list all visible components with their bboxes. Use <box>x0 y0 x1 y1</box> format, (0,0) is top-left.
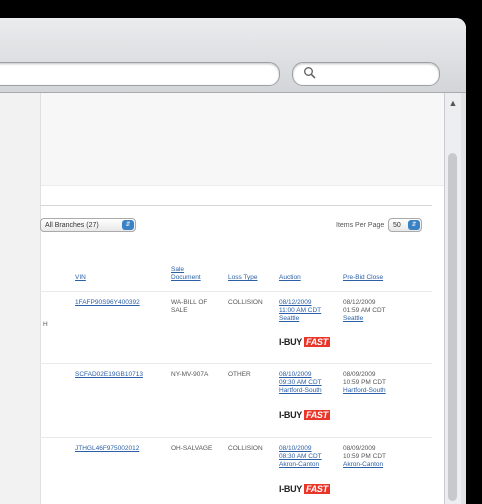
auction-date: 08/12/2009 <box>279 299 312 306</box>
ibuy-fast-badge[interactable]: I-BUY FAST <box>279 409 330 422</box>
column-header-auction[interactable]: Auction <box>279 274 301 282</box>
column-header-vin[interactable]: VIN <box>75 274 86 282</box>
browser-toolbar <box>0 18 466 93</box>
fast-text: FAST <box>304 337 330 347</box>
scrollbar-thumb[interactable] <box>448 153 457 501</box>
vin-link[interactable]: SCFAD02E19GB10713 <box>75 371 143 379</box>
items-per-page-value: 50 <box>393 222 401 229</box>
ibuy-fast-badge[interactable]: I-BUY FAST <box>279 336 330 349</box>
browser-window: All Branches (27) ⇵ Items Per Page 50 ⇵ … <box>0 18 466 504</box>
close-date: 08/09/2009 <box>343 445 376 452</box>
chevron-updown-icon: ⇵ <box>122 220 134 230</box>
auction-link[interactable]: 08/10/2009 08:30 AM CDT Akron-Canton <box>279 445 322 469</box>
pre-bid-close: 08/09/2009 10:59 PM CDT Akron-Canton <box>343 445 386 469</box>
sale-document-line: SALE <box>171 307 188 314</box>
close-time: 01:59 AM CDT <box>343 307 386 314</box>
auction-location: Akron-Canton <box>279 461 320 468</box>
search-icon <box>304 67 316 79</box>
search-field[interactable] <box>292 62 440 86</box>
scroll-up-arrow-icon[interactable]: ▲ <box>445 97 461 109</box>
vin-link[interactable]: JTHGL46F975002012 <box>75 445 139 453</box>
sale-document-line: NY-MV-907A <box>171 371 209 378</box>
auction-time: 08:30 AM CDT <box>279 453 322 460</box>
pre-bid-close: 08/09/2009 10:59 PM CDT Hartford-South <box>343 371 386 395</box>
header-text: Document <box>171 274 201 281</box>
auction-link[interactable]: 08/10/2009 09:30 AM CDT Hartford-South <box>279 371 322 395</box>
address-bar[interactable] <box>0 62 280 86</box>
close-time: 10:59 PM CDT <box>343 453 386 460</box>
auction-link[interactable]: 08/12/2009 11:00 AM CDT Seattle <box>279 299 321 323</box>
items-per-page-select[interactable]: 50 ⇵ <box>388 218 422 232</box>
ibuy-text: I-BUY <box>279 337 302 347</box>
close-date: 08/09/2009 <box>343 371 376 378</box>
section-divider <box>40 205 432 206</box>
row-divider <box>40 437 432 438</box>
sale-document-line: WA-BILL OF <box>171 299 208 306</box>
vin-link[interactable]: 1FAFP90S96Y400392 <box>75 299 140 307</box>
auction-date: 08/10/2009 <box>279 371 312 378</box>
ibuy-text: I-BUY <box>279 484 302 494</box>
items-per-page-label: Items Per Page <box>336 222 385 229</box>
chevron-updown-icon: ⇵ <box>408 220 420 230</box>
close-location-link[interactable]: Seattle <box>343 315 386 323</box>
truncated-cell: H <box>43 321 48 328</box>
ibuy-text: I-BUY <box>279 410 302 420</box>
panel-header <box>41 93 444 186</box>
branch-select-value: All Branches (27) <box>45 222 99 229</box>
auction-location: Seattle <box>279 315 300 322</box>
header-text: Sale <box>171 266 185 273</box>
row-divider <box>40 291 432 292</box>
row-divider <box>40 363 432 364</box>
close-location-link[interactable]: Hartford-South <box>343 387 386 395</box>
branch-select[interactable]: All Branches (27) ⇵ <box>40 218 136 232</box>
vertical-scrollbar[interactable]: ▲ <box>444 93 461 504</box>
auction-location: Hartford-South <box>279 387 322 394</box>
column-header-loss-type[interactable]: Loss Type <box>228 274 258 282</box>
page-content: All Branches (27) ⇵ Items Per Page 50 ⇵ … <box>0 93 444 504</box>
pre-bid-close: 08/12/2009 01:59 AM CDT Seattle <box>343 299 386 323</box>
column-header-sale-document[interactable]: Sale Document <box>171 266 201 282</box>
close-time: 10:59 PM CDT <box>343 379 386 386</box>
column-header-pre-bid-close[interactable]: Pre-Bid Close <box>343 274 383 282</box>
ibuy-fast-badge[interactable]: I-BUY FAST <box>279 483 330 496</box>
auction-time: 09:30 AM CDT <box>279 379 322 386</box>
loss-type: OTHER <box>228 371 251 378</box>
close-date: 08/12/2009 <box>343 299 376 306</box>
close-location-link[interactable]: Akron-Canton <box>343 461 386 469</box>
loss-type: COLLISION <box>228 299 263 306</box>
sale-document: WA-BILL OF SALE <box>171 299 207 315</box>
auction-time: 11:00 AM CDT <box>279 307 322 314</box>
loss-type: COLLISION <box>228 445 263 452</box>
auction-date: 08/10/2009 <box>279 445 312 452</box>
fast-text: FAST <box>304 484 330 494</box>
sale-document: OH-SALVAGE <box>171 445 212 453</box>
fast-text: FAST <box>304 410 330 420</box>
sale-document: NY-MV-907A <box>171 371 208 379</box>
sale-document-line: OH-SALVAGE <box>171 445 213 452</box>
